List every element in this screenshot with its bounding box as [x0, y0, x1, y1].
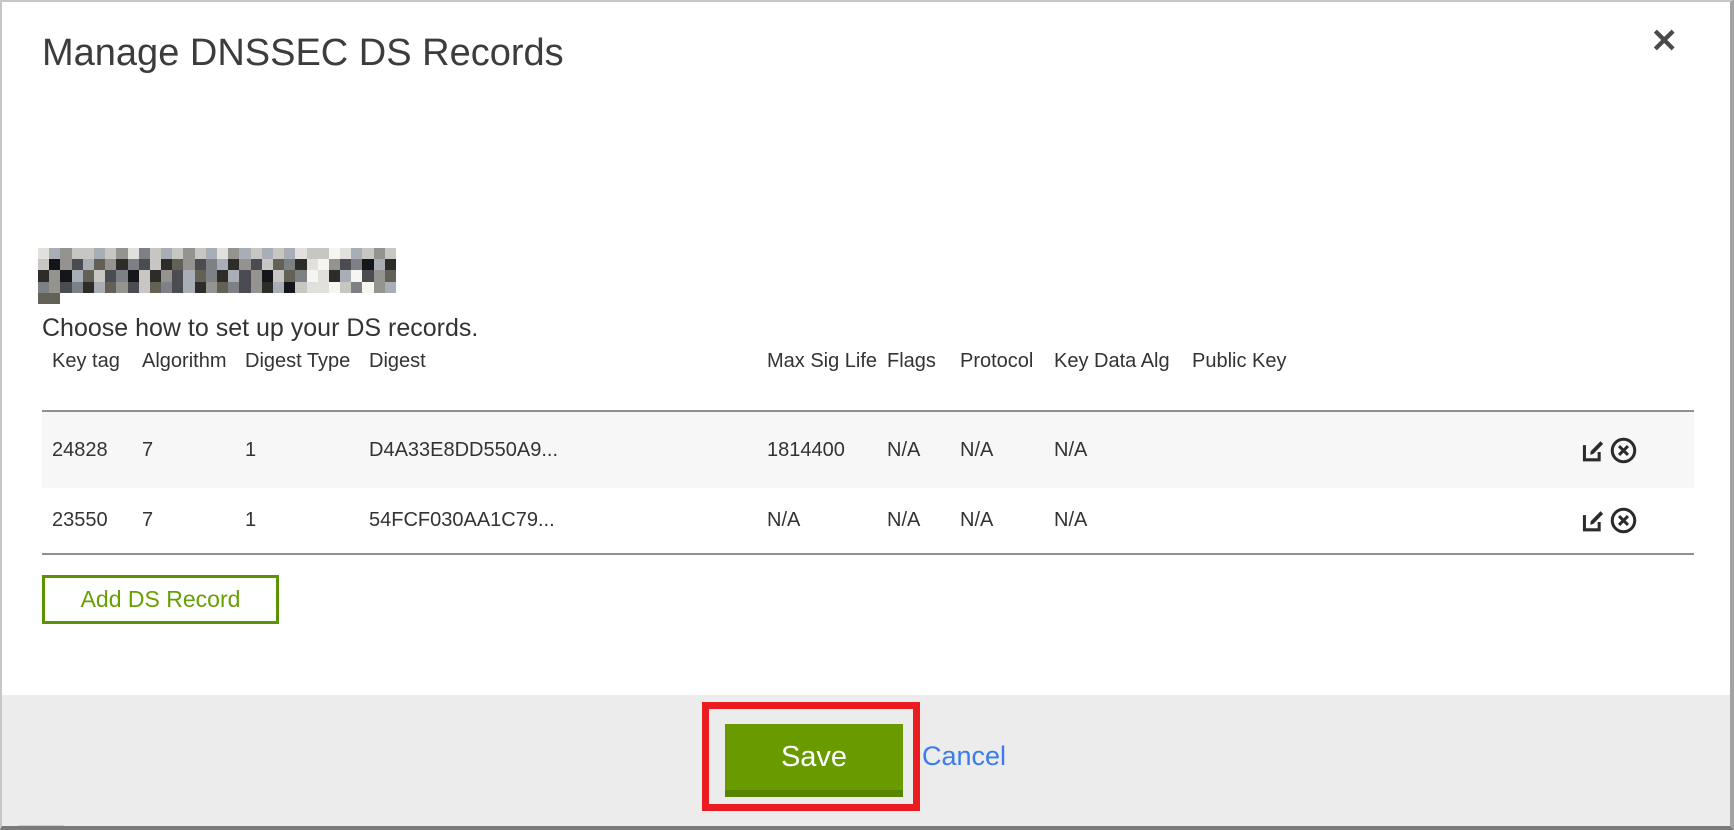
table-row: 23550 7 1 54FCF030AA1C79... N/A N/A N/A … — [42, 488, 1694, 555]
column-header-digest: Digest — [369, 342, 767, 373]
cell-max-sig-life: 1814400 — [767, 439, 887, 462]
modal-title: Manage DNSSEC DS Records — [42, 32, 564, 75]
row-actions — [1574, 436, 1694, 465]
column-header-digest-type: Digest Type — [245, 342, 369, 373]
column-header-key-data-alg: Key Data Alg — [1054, 342, 1192, 373]
column-header-algorithm: Algorithm — [142, 342, 245, 373]
redacted-domain-name — [38, 248, 396, 304]
cell-digest-type: 1 — [245, 509, 369, 532]
cell-algorithm: 7 — [142, 509, 245, 532]
cell-key-data-alg: N/A — [1054, 509, 1192, 532]
cell-digest: 54FCF030AA1C79... — [369, 509, 767, 532]
cell-digest-type: 1 — [245, 439, 369, 462]
instruction-text: Choose how to set up your DS records. — [42, 314, 478, 343]
column-header-flags: Flags — [887, 342, 960, 373]
cell-protocol: N/A — [960, 509, 1054, 532]
delete-record-icon[interactable] — [1609, 506, 1638, 535]
manage-dnssec-modal: Manage DNSSEC DS Records ✕ Choose how to… — [0, 0, 1734, 830]
cell-digest: D4A33E8DD550A9... — [369, 439, 767, 462]
delete-record-icon[interactable] — [1609, 436, 1638, 465]
annotation-highlight-box: Save — [702, 702, 920, 811]
add-ds-record-button[interactable]: Add DS Record — [42, 575, 279, 624]
edit-record-icon[interactable] — [1579, 436, 1608, 465]
screenshot-stage: Manage DNSSEC DS Records ✕ Choose how to… — [0, 0, 1734, 830]
cell-protocol: N/A — [960, 439, 1054, 462]
footer-bar: Save Cancel — [2, 695, 1730, 826]
cell-key-tag: 23550 — [52, 509, 142, 532]
column-header-protocol: Protocol — [960, 342, 1054, 373]
cell-max-sig-life: N/A — [767, 509, 887, 532]
column-header-key-tag: Key tag — [52, 342, 142, 373]
column-header-public-key: Public Key — [1192, 342, 1574, 373]
table-row: 24828 7 1 D4A33E8DD550A9... 1814400 N/A … — [42, 412, 1694, 488]
page-background-fragment — [18, 825, 64, 830]
cell-key-tag: 24828 — [52, 439, 142, 462]
cell-key-data-alg: N/A — [1054, 439, 1192, 462]
cell-algorithm: 7 — [142, 439, 245, 462]
column-header-max-sig-life: Max Sig Life — [767, 342, 887, 373]
cell-flags: N/A — [887, 509, 960, 532]
close-icon[interactable]: ✕ — [1650, 24, 1678, 57]
ds-records-table: Key tag Algorithm Digest Type Digest Max… — [42, 342, 1694, 555]
column-header-actions — [1574, 342, 1694, 350]
row-actions — [1574, 506, 1694, 535]
cancel-link[interactable]: Cancel — [922, 741, 1006, 772]
table-header-row: Key tag Algorithm Digest Type Digest Max… — [42, 342, 1694, 412]
cell-flags: N/A — [887, 439, 960, 462]
save-button[interactable]: Save — [725, 724, 903, 797]
edit-record-icon[interactable] — [1579, 506, 1608, 535]
